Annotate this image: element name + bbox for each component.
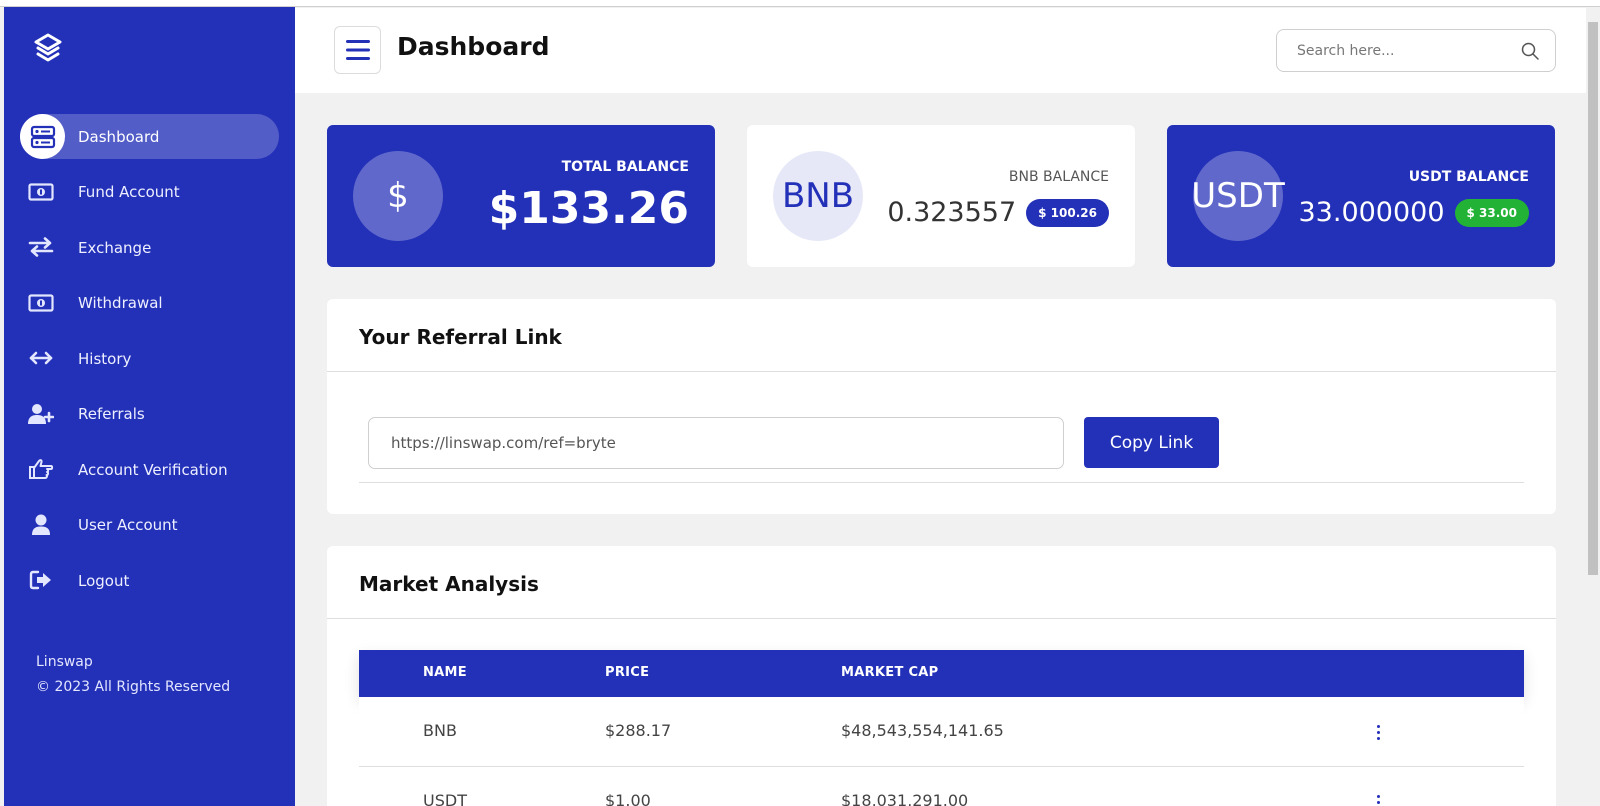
column-header-price: PRICE xyxy=(605,665,650,680)
panel-divider xyxy=(327,371,1556,372)
sidebar-item-history[interactable]: History xyxy=(4,336,295,381)
market-analysis-panel: Market Analysis NAME PRICE MARKET CAP BN… xyxy=(327,546,1556,806)
copy-link-button[interactable]: Copy Link xyxy=(1084,417,1219,468)
money-bill-icon xyxy=(28,181,54,203)
sidebar-nav: Dashboard Fund Account Exchange Withdraw… xyxy=(4,114,295,614)
cell-price: $288.17 xyxy=(605,721,672,740)
scrollbar-thumb[interactable] xyxy=(1588,22,1598,575)
referral-divider xyxy=(359,482,1524,483)
column-header-name: NAME xyxy=(423,665,467,680)
sidebar-item-label: Referrals xyxy=(78,405,145,423)
usdt-balance-label: USDT BALANCE xyxy=(1408,169,1529,185)
sidebar-item-exchange[interactable]: Exchange xyxy=(4,225,295,270)
total-balance-amount: $133.26 xyxy=(488,183,689,234)
usdt-usd-badge: $ 33.00 xyxy=(1454,198,1529,227)
linswap-logo-icon[interactable] xyxy=(30,31,66,67)
user-icon xyxy=(28,514,54,536)
cell-price: $1.00 xyxy=(605,791,651,806)
usdt-balance-row: 33.000000 $ 33.00 xyxy=(1298,197,1529,228)
sidebar-item-account-verification[interactable]: Account Verification xyxy=(4,447,295,492)
referral-panel-title: Your Referral Link xyxy=(359,325,562,349)
cell-name: USDT xyxy=(423,791,467,806)
sidebar-item-label: User Account xyxy=(78,516,178,534)
usdt-balance-card: USDT USDT BALANCE 33.000000 $ 33.00 xyxy=(1167,125,1555,267)
sidebar-item-referrals[interactable]: Referrals xyxy=(4,392,295,437)
total-balance-card: $ TOTAL BALANCE $133.26 xyxy=(327,125,715,267)
bnb-balance-amount: 0.323557 xyxy=(887,197,1017,228)
cell-market-cap: $18,031,291.00 xyxy=(841,791,969,806)
column-header-market-cap: MARKET CAP xyxy=(841,665,939,680)
market-panel-title: Market Analysis xyxy=(359,572,539,596)
cell-market-cap: $48,543,554,141.65 xyxy=(841,721,1004,740)
hand-pointer-icon xyxy=(28,458,54,480)
money-bill-icon xyxy=(28,292,54,314)
sidebar-item-label: Withdrawal xyxy=(78,294,163,312)
bnb-symbol-icon: BNB xyxy=(773,151,863,241)
search-input[interactable] xyxy=(1297,30,1512,71)
exchange-arrows-icon xyxy=(28,236,54,258)
sign-out-icon xyxy=(28,569,54,591)
sidebar-item-label: Dashboard xyxy=(78,127,160,146)
user-plus-icon xyxy=(28,403,54,425)
sidebar-item-user-account[interactable]: User Account xyxy=(4,503,295,548)
table-row[interactable]: BNB $288.17 $48,543,554,141.65 xyxy=(359,697,1524,767)
browser-top-edge xyxy=(0,0,1600,7)
arrows-horizontal-icon xyxy=(28,347,54,369)
dollar-symbol-icon: $ xyxy=(353,151,443,241)
sidebar-item-label: History xyxy=(78,349,132,368)
server-icon xyxy=(20,114,65,159)
bnb-balance-label: BNB BALANCE xyxy=(1008,169,1109,185)
page-scrollbar[interactable] xyxy=(1586,8,1600,806)
sidebar-item-fund-account[interactable]: Fund Account xyxy=(4,170,295,215)
footer-brand: Linswap xyxy=(36,654,93,670)
usdt-balance-amount: 33.000000 xyxy=(1298,197,1445,228)
search-icon[interactable] xyxy=(1521,42,1539,60)
referral-panel: Your Referral Link Copy Link xyxy=(327,299,1556,514)
sidebar-footer: Linswap © 2023 All Rights Reserved xyxy=(36,650,230,700)
sidebar-item-withdrawal[interactable]: Withdrawal xyxy=(4,281,295,326)
table-row[interactable]: USDT $1.00 $18,031,291.00 xyxy=(359,767,1524,806)
top-header: Dashboard xyxy=(295,8,1586,93)
hamburger-icon xyxy=(345,40,370,60)
sidebar-item-label: Fund Account xyxy=(78,183,180,201)
total-balance-label: TOTAL BALANCE xyxy=(561,159,689,175)
bnb-balance-card: BNB BNB BALANCE 0.323557 $ 100.26 xyxy=(747,125,1135,267)
usdt-symbol-icon: USDT xyxy=(1191,151,1285,241)
bnb-balance-row: 0.323557 $ 100.26 xyxy=(887,197,1109,228)
page-title: Dashboard xyxy=(397,32,550,61)
row-more-options-icon[interactable] xyxy=(1372,719,1384,745)
sidebar-item-label: Account Verification xyxy=(78,460,228,479)
panel-divider xyxy=(327,618,1556,619)
table-header: NAME PRICE MARKET CAP xyxy=(359,650,1524,697)
row-more-options-icon[interactable] xyxy=(1372,789,1384,806)
search-box xyxy=(1276,29,1556,72)
sidebar-item-label: Logout xyxy=(78,571,130,590)
sidebar-item-dashboard[interactable]: Dashboard xyxy=(20,114,279,159)
market-table: NAME PRICE MARKET CAP BNB $288.17 $48,54… xyxy=(359,650,1524,806)
sidebar-item-logout[interactable]: Logout xyxy=(4,558,295,603)
footer-copyright: © 2023 All Rights Reserved xyxy=(36,679,231,695)
hamburger-menu-button[interactable] xyxy=(334,26,381,74)
sidebar-item-label: Exchange xyxy=(78,238,152,257)
sidebar: Dashboard Fund Account Exchange Withdraw… xyxy=(4,7,295,806)
cell-name: BNB xyxy=(423,721,457,740)
bnb-usd-badge: $ 100.26 xyxy=(1026,198,1109,227)
referral-link-input[interactable] xyxy=(368,417,1064,469)
